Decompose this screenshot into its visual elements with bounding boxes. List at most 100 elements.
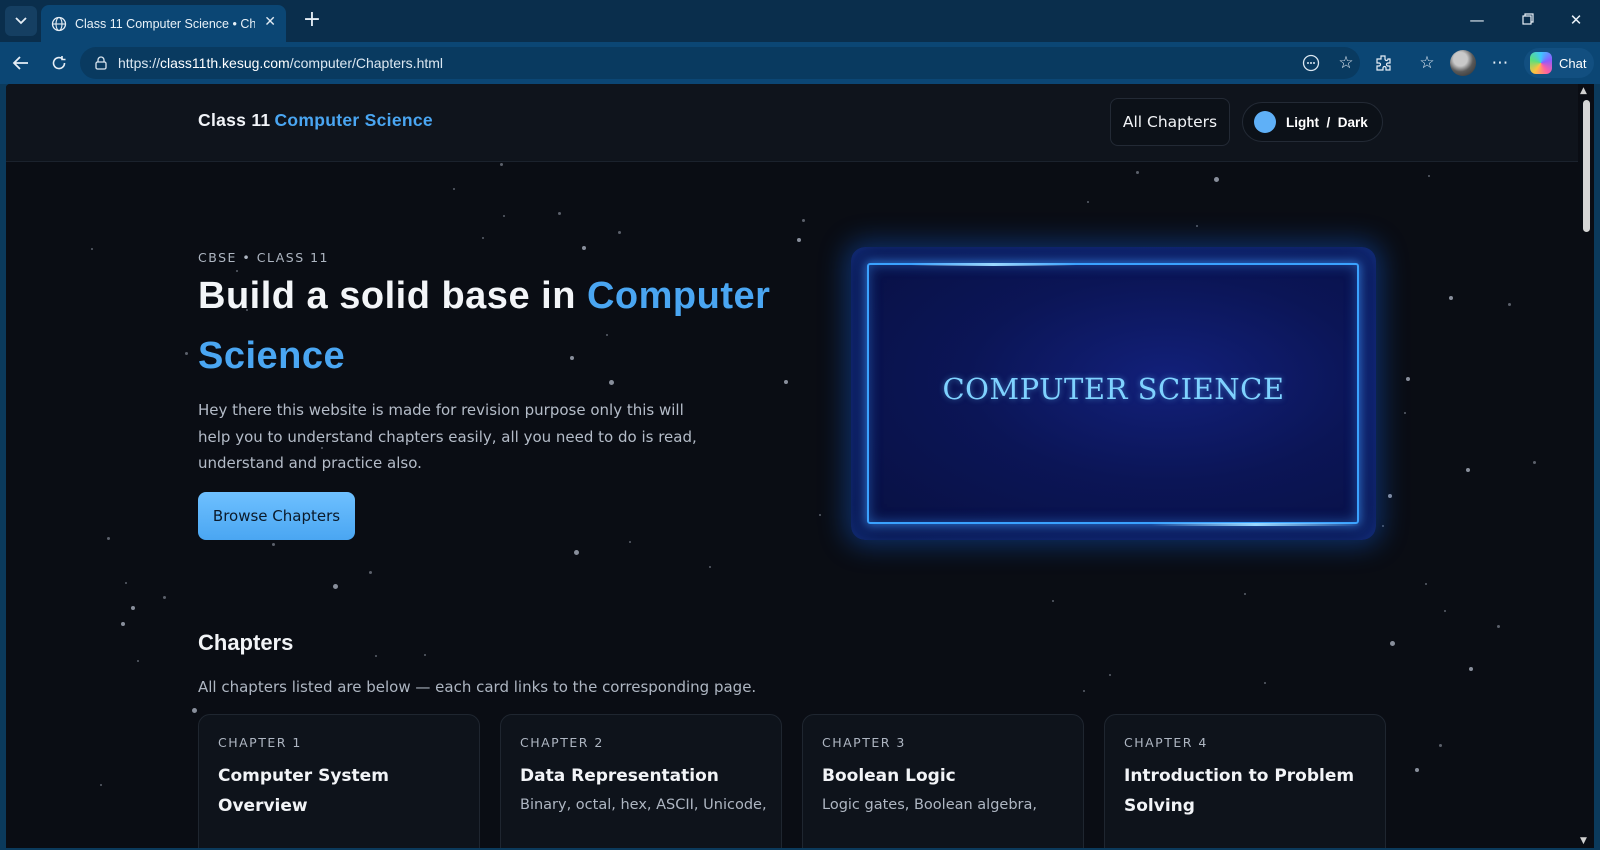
tab-list-button[interactable] xyxy=(5,6,37,36)
star-dot xyxy=(1533,461,1536,464)
star-dot xyxy=(1388,494,1392,498)
close-window-icon[interactable]: ✕ xyxy=(1561,8,1591,34)
back-arrow-icon[interactable] xyxy=(8,51,34,75)
chapter-description: Binary, octal, hex, ASCII, Unicode, xyxy=(520,797,767,813)
star-dot xyxy=(500,163,503,166)
browser-toolbar: https://class11th.kesug.com/computer/Cha… xyxy=(0,42,1600,84)
new-tab-button[interactable]: + xyxy=(298,8,326,34)
star-dot xyxy=(91,248,93,250)
star-dot xyxy=(192,708,197,713)
minimize-icon[interactable]: — xyxy=(1462,8,1492,34)
browser-tab-active[interactable]: Class 11 Computer Science • Chapters ✕ xyxy=(41,5,286,42)
star-dot xyxy=(629,541,631,543)
star-dot xyxy=(107,537,110,540)
star-dot xyxy=(1415,768,1419,772)
chapter-title: Data Representation xyxy=(520,766,719,786)
frame-glint xyxy=(1151,523,1361,526)
scrollbar-thumb[interactable] xyxy=(1583,100,1590,232)
star-dot xyxy=(131,606,135,610)
chapter-card-4[interactable]: CHAPTER 4 Introduction to Problem Solvin… xyxy=(1104,714,1386,848)
star-dot xyxy=(1466,468,1470,472)
star-dot xyxy=(424,654,426,656)
hero-kicker: CBSE • CLASS 11 xyxy=(198,250,330,265)
brand-prefix: Class 11 xyxy=(198,110,271,130)
star-dot xyxy=(100,784,102,786)
restore-icon[interactable] xyxy=(1513,8,1543,34)
star-dot xyxy=(1428,175,1430,177)
more-options-icon[interactable]: ⋯ xyxy=(1487,51,1513,75)
scroll-down-arrow-icon[interactable]: ▼ xyxy=(1580,836,1587,846)
chevron-down-icon xyxy=(15,17,27,25)
star-dot xyxy=(125,582,127,584)
browse-chapters-button[interactable]: Browse Chapters xyxy=(198,492,355,540)
star-dot xyxy=(1439,744,1442,747)
star-dot xyxy=(121,622,125,626)
star-dot xyxy=(369,571,372,574)
globe-icon xyxy=(51,16,67,31)
chapter-number: CHAPTER 1 xyxy=(218,735,302,750)
star-dot xyxy=(802,219,805,222)
star-dot xyxy=(1449,296,1453,300)
extensions-icon[interactable] xyxy=(1370,51,1396,75)
star-dot xyxy=(163,596,166,599)
chapter-number: CHAPTER 2 xyxy=(520,735,604,750)
star-dot xyxy=(1382,525,1384,527)
star-dot xyxy=(272,543,275,546)
browser-titlebar: Class 11 Computer Science • Chapters ✕ +… xyxy=(0,0,1600,42)
star-dot xyxy=(1497,625,1500,628)
star-dot xyxy=(797,238,801,242)
star-dot xyxy=(1469,667,1473,671)
star-dot xyxy=(1508,303,1511,306)
theme-toggle-label: Light / Dark xyxy=(1286,114,1368,130)
chapters-heading: Chapters xyxy=(198,630,294,655)
star-dot xyxy=(137,660,139,662)
copilot-chat-button[interactable]: Chat xyxy=(1524,48,1594,78)
star-dot xyxy=(819,514,821,516)
star-dot xyxy=(1444,610,1446,612)
star-dot xyxy=(558,212,561,215)
hero-image-card: COMPUTER SCIENCE xyxy=(851,247,1376,540)
chapter-title: Computer System Overview xyxy=(218,766,389,816)
star-dot xyxy=(618,231,621,234)
brand-accent: Computer Science xyxy=(274,110,433,130)
hero-title: Build a solid base in Computer Science xyxy=(198,275,771,377)
chapter-card-1[interactable]: CHAPTER 1 Computer System Overview xyxy=(198,714,480,848)
favorites-icon[interactable]: ☆ xyxy=(1414,51,1440,75)
chapter-number: CHAPTER 3 xyxy=(822,735,906,750)
all-chapters-button[interactable]: All Chapters xyxy=(1110,98,1230,146)
theme-toggle[interactable]: Light / Dark xyxy=(1242,102,1383,142)
hero-card-text: COMPUTER SCIENCE xyxy=(942,372,1285,406)
chapter-card-2[interactable]: CHAPTER 2 Data Representation Binary, oc… xyxy=(500,714,782,848)
star-dot xyxy=(1083,690,1085,692)
star-dot xyxy=(1264,682,1266,684)
toggle-dot-icon xyxy=(1254,111,1276,133)
star-dot xyxy=(185,352,188,355)
url-text[interactable]: https://class11th.kesug.com/computer/Cha… xyxy=(118,55,443,71)
chapter-title: Introduction to Problem Solving xyxy=(1124,766,1355,816)
chat-label: Chat xyxy=(1559,55,1587,71)
chapter-title: Boolean Logic xyxy=(822,766,956,786)
scroll-up-arrow-icon[interactable]: ▲ xyxy=(1580,86,1587,96)
chapter-description: Logic gates, Boolean algebra, xyxy=(822,797,1038,813)
address-bar[interactable]: https://class11th.kesug.com/computer/Cha… xyxy=(80,47,1360,79)
site-brand[interactable]: Class 11 Computer Science xyxy=(198,110,433,131)
chapter-card-3[interactable]: CHAPTER 3 Boolean Logic Logic gates, Boo… xyxy=(802,714,1084,848)
star-dot xyxy=(503,215,505,217)
star-dot xyxy=(453,188,455,190)
site-header: Class 11 Computer Science All Chapters Li… xyxy=(6,84,1578,162)
chapters-description: All chapters listed are below — each car… xyxy=(198,678,757,696)
reading-mode-icon[interactable] xyxy=(1298,51,1324,75)
favorite-star-icon[interactable]: ☆ xyxy=(1333,51,1359,75)
star-dot xyxy=(375,655,377,657)
close-tab-icon[interactable]: ✕ xyxy=(264,14,276,30)
frame-glint xyxy=(911,263,1076,266)
lock-icon xyxy=(95,56,107,70)
chapter-number: CHAPTER 4 xyxy=(1124,735,1208,750)
profile-avatar[interactable] xyxy=(1450,50,1476,76)
star-dot xyxy=(482,237,484,239)
tab-title: Class 11 Computer Science • Chapters xyxy=(75,16,255,31)
star-dot xyxy=(1087,201,1089,203)
page-viewport: Class 11 Computer Science All Chapters Li… xyxy=(6,84,1578,848)
refresh-icon[interactable] xyxy=(46,51,72,75)
star-dot xyxy=(1052,600,1054,602)
